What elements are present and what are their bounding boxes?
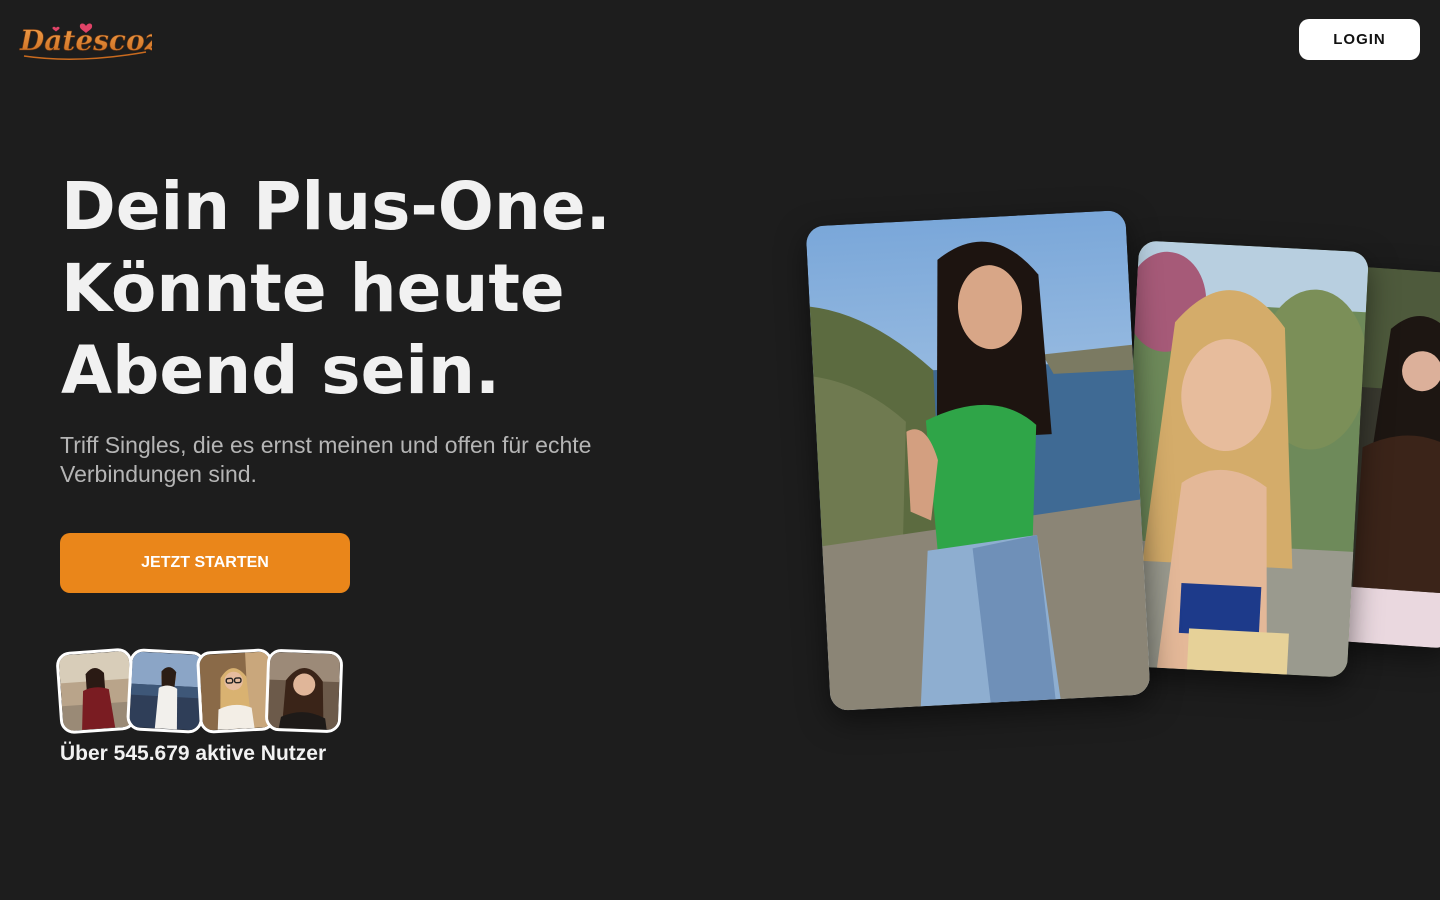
avatar [195, 648, 277, 734]
headline-line-1: Dein Plus-One. [61, 168, 611, 245]
login-button[interactable]: LOGIN [1299, 19, 1420, 60]
avatar-stack [55, 647, 358, 735]
avatar [125, 648, 207, 734]
headline-line-2: Könnte heute [61, 250, 565, 327]
hero-subline: Triff Singles, die es ernst meinen und o… [60, 432, 592, 487]
profile-photo-card-2 [1117, 240, 1369, 678]
hero-headline: Dein Plus-One. Könnte heute Abend sein. [61, 166, 761, 412]
logo-wordmark: Datescozy [19, 23, 152, 60]
profile-photo-card-1 [805, 209, 1151, 712]
avatar [55, 647, 137, 735]
start-now-button[interactable]: JETZT STARTEN [60, 533, 350, 593]
logo[interactable]: Datescozy [18, 16, 152, 64]
avatar [264, 648, 344, 734]
headline-line-3: Abend sein. [61, 332, 501, 409]
active-users-count: Über 545.679 aktive Nutzer [60, 742, 327, 765]
